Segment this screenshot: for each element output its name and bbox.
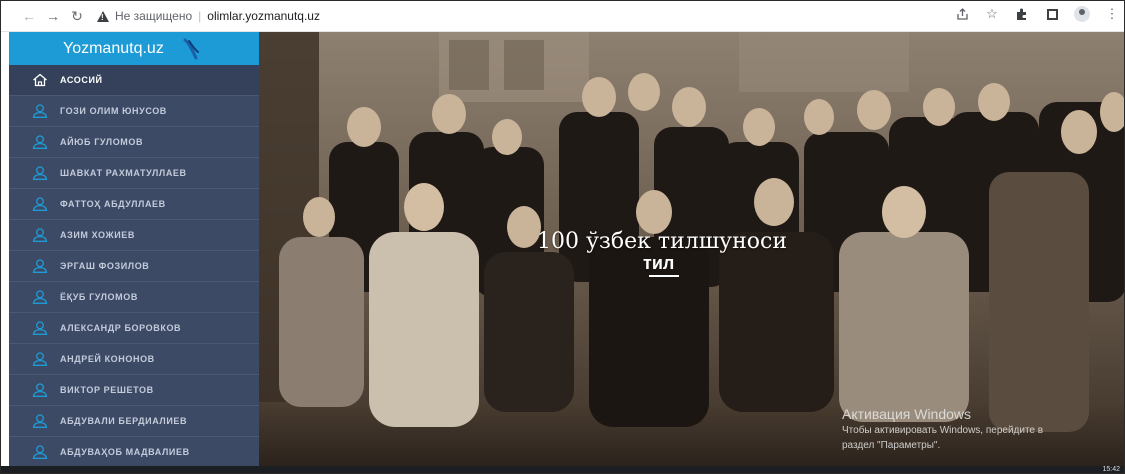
sidebar-item-label: Фаттоҳ Абдуллаев	[60, 199, 166, 209]
activation-line-1: Чтобы активировать Windows, перейдите в	[842, 425, 1044, 436]
activation-title: Активация Windows	[842, 406, 972, 422]
warning-icon[interactable]	[97, 10, 109, 22]
sidebar-item-scholar[interactable]: Абдували Бердиалиев	[9, 406, 259, 437]
sidebar-item-scholar[interactable]: Фаттоҳ Абдуллаев	[9, 189, 259, 220]
os-taskbar: 15:42	[1, 466, 1124, 473]
sidebar-item-scholar[interactable]: Эргаш Фозилов	[9, 251, 259, 282]
user-icon	[32, 197, 48, 211]
sidebar-item-label: Ёқуб Гуломов	[60, 292, 138, 302]
forward-icon[interactable]: →	[43, 6, 63, 26]
user-icon	[32, 228, 48, 242]
typing-cursor-underline	[649, 275, 679, 277]
user-icon	[32, 383, 48, 397]
sidebar-item-scholar[interactable]: Гози Олим Юнусов	[9, 96, 259, 127]
reload-icon[interactable]: ↻	[67, 6, 87, 26]
sidebar-item-home[interactable]: Асосий	[9, 65, 259, 96]
sidebar-item-scholar[interactable]: Азим Хожиев	[9, 220, 259, 251]
hero-subtitle: тил	[643, 253, 675, 273]
extensions-icon[interactable]	[1014, 6, 1030, 22]
sidebar-item-label: Александр Боровков	[60, 323, 182, 333]
security-status: Не защищено	[115, 9, 193, 23]
user-icon	[32, 321, 48, 335]
user-icon	[32, 104, 48, 118]
user-icon	[32, 352, 48, 366]
sidebar-item-label: Гози Олим Юнусов	[60, 106, 167, 116]
clock[interactable]: 15:42	[1102, 466, 1120, 473]
brand-logo-icon	[182, 38, 200, 60]
sidebar-item-label: Абдуваҳоб Мадвалиев	[60, 447, 190, 457]
user-icon	[32, 259, 48, 273]
sidebar-item-label: Асосий	[60, 75, 103, 85]
sidebar: Yozmanutq.uz Асосий Гози Олим Юнусов Айюб …	[9, 32, 259, 473]
star-icon[interactable]: ☆	[984, 6, 1000, 22]
browser-actions: ☆ ⋮	[954, 6, 1120, 22]
sidebar-item-label: Шавкат Рахматуллаев	[60, 168, 187, 178]
activation-line-2: раздел "Параметры".	[842, 440, 941, 451]
user-icon	[32, 290, 48, 304]
address-separator: |	[198, 9, 202, 23]
sidebar-item-scholar[interactable]: Абдуваҳоб Мадвалиев	[9, 437, 259, 468]
user-icon	[32, 414, 48, 428]
share-icon[interactable]	[954, 6, 970, 22]
sidebar-item-label: Азим Хожиев	[60, 230, 135, 240]
home-icon	[32, 73, 48, 87]
sidebar-menu: Асосий Гози Олим Юнусов Айюб Гуломов Шавкат…	[9, 65, 259, 468]
url-text[interactable]: olimlar.yozmanutq.uz	[207, 9, 320, 23]
sidebar-item-scholar[interactable]: Ёқуб Гуломов	[9, 282, 259, 313]
user-icon	[32, 166, 48, 180]
brand-title[interactable]: Yozmanutq.uz	[63, 40, 164, 58]
user-icon	[32, 135, 48, 149]
sidebar-item-scholar[interactable]: Андрей Кононов	[9, 344, 259, 375]
browser-toolbar: ← → ↻ Не защищено | olimlar.yozmanutq.uz…	[1, 1, 1124, 32]
sidebar-item-label: Эргаш Фозилов	[60, 261, 150, 271]
menu-icon[interactable]: ⋮	[1104, 6, 1120, 22]
sidebar-item-scholar[interactable]: Александр Боровков	[9, 313, 259, 344]
sidebar-item-scholar[interactable]: Шавкат Рахматуллаев	[9, 158, 259, 189]
sidebar-item-label: Андрей Кононов	[60, 354, 155, 364]
address-bar[interactable]: Не защищено | olimlar.yozmanutq.uz	[97, 5, 320, 27]
sidebar-item-label: Айюб Гуломов	[60, 137, 144, 147]
sidepanel-icon[interactable]	[1044, 6, 1060, 22]
page: ← → ↻ Не защищено | olimlar.yozmanutq.uz…	[0, 0, 1125, 474]
sidebar-item-label: Виктор Решетов	[60, 385, 154, 395]
sidebar-item-scholar[interactable]: Айюб Гуломов	[9, 127, 259, 158]
sidebar-item-label: Абдували Бердиалиев	[60, 416, 188, 426]
sidebar-item-scholar[interactable]: Виктор Решетов	[9, 375, 259, 406]
windows-activation-watermark: Активация Windows Чтобы активировать Win…	[842, 406, 1043, 452]
brand-bar[interactable]: Yozmanutq.uz	[9, 32, 259, 65]
hero-banner: 100 ўзбек тилшуноси тил Активация Window…	[259, 32, 1124, 466]
hero-title: 100 ўзбек тилшуноси	[536, 229, 788, 254]
profile-icon[interactable]	[1074, 6, 1090, 22]
back-icon[interactable]: ←	[19, 6, 39, 26]
user-icon	[32, 445, 48, 459]
